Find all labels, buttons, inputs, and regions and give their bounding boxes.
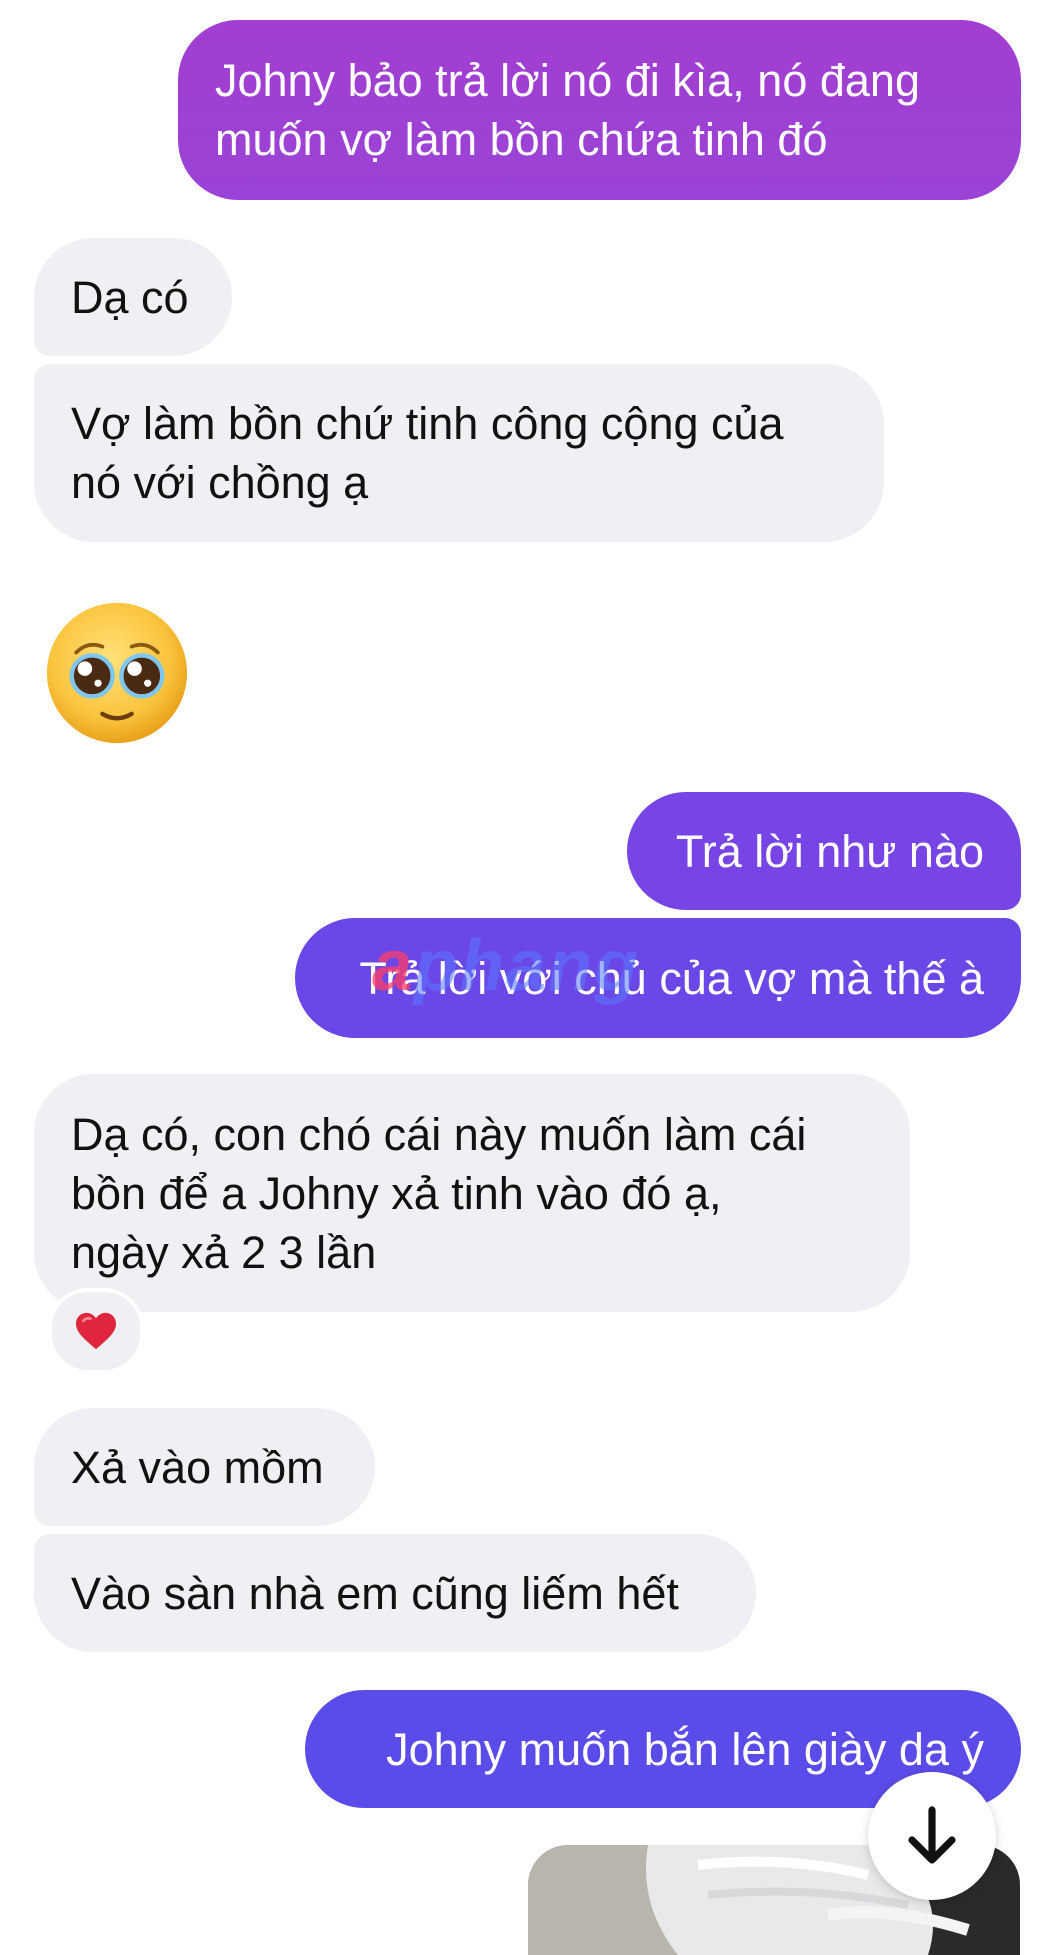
message-text: Trả lời với chủ của vợ mà thế à — [359, 952, 984, 1004]
message-text: bồn để a Johny xả tinh vào đó ạ, — [71, 1167, 722, 1219]
message-bubble-outgoing[interactable]: Trả lời như nào — [627, 792, 1021, 910]
message-text: Johny muốn bắn lên giày da ý — [386, 1723, 984, 1775]
message-bubble-outgoing[interactable]: Johny bảo trả lời nó đi kìa, nó đang muố… — [178, 20, 1021, 200]
message-bubble-incoming[interactable]: Xả vào mồm — [34, 1408, 375, 1526]
message-bubble-incoming[interactable]: Dạ có, con chó cái này muốn làm cái bồn … — [34, 1074, 910, 1312]
heart-icon — [76, 1312, 116, 1350]
scroll-to-bottom-button[interactable] — [868, 1772, 996, 1900]
message-text: Vợ làm bồn chứ tinh công cộng của — [71, 398, 784, 449]
message-bubble-incoming[interactable]: Vào sàn nhà em cũng liếm hết — [34, 1534, 756, 1652]
message-bubble-incoming[interactable]: Dạ có — [34, 238, 232, 356]
message-text: ngày xả 2 3 lần — [71, 1226, 377, 1278]
pleading-face-emoji[interactable] — [44, 600, 190, 746]
message-text: Dạ có — [71, 271, 189, 323]
message-text: Dạ có, con chó cái này muốn làm cái — [71, 1108, 807, 1160]
message-text: nó với chồng ạ — [71, 457, 369, 508]
reaction-badge[interactable] — [48, 1288, 144, 1374]
message-text: Trả lời như nào — [675, 825, 984, 877]
arrow-down-icon — [908, 1806, 956, 1864]
message-text: muốn vợ làm bồn chứa tinh đó — [215, 114, 828, 165]
message-text: Johny bảo trả lời nó đi kìa, nó đang — [215, 55, 920, 106]
message-bubble-incoming[interactable]: Vợ làm bồn chứ tinh công cộng của nó với… — [34, 364, 884, 542]
message-text: Vào sàn nhà em cũng liếm hết — [71, 1567, 679, 1619]
message-bubble-outgoing[interactable]: Trả lời với chủ của vợ mà thế à — [295, 918, 1021, 1038]
message-text: Xả vào mồm — [71, 1441, 324, 1493]
